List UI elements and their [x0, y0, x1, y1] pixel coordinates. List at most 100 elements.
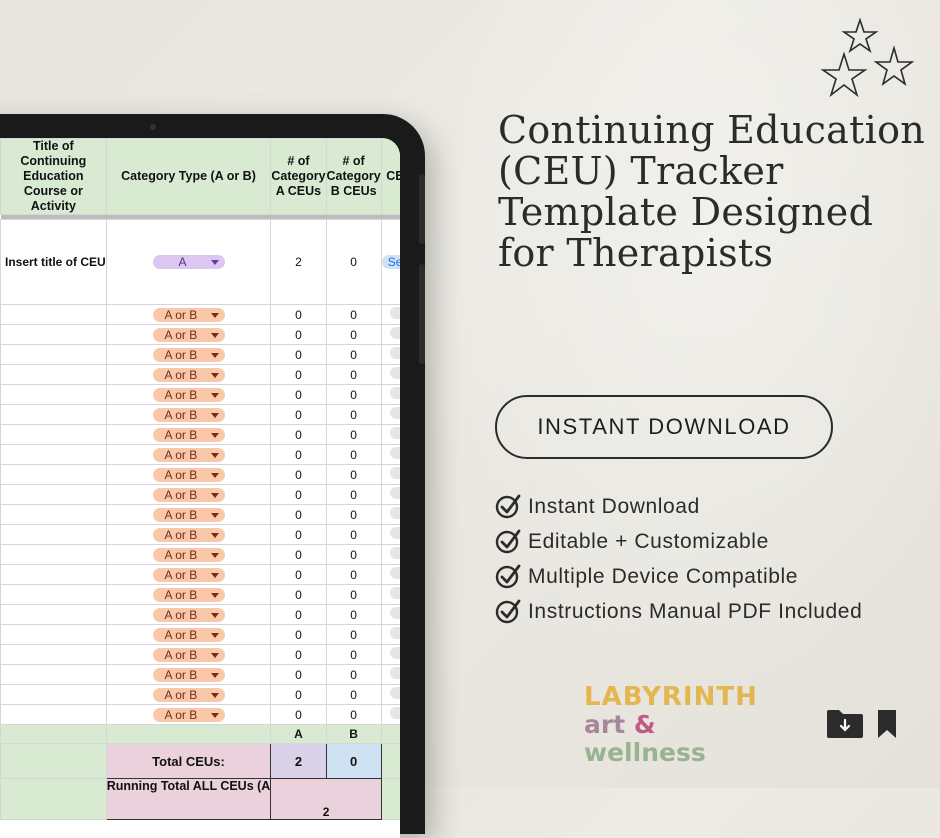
ceu-title-cell[interactable] [0, 584, 107, 605]
pace-cell[interactable] [380, 624, 400, 645]
b-ceus-cell[interactable]: 0 [325, 464, 382, 485]
ceu-title-cell[interactable] [0, 484, 107, 505]
category-dropdown[interactable]: A or B [152, 347, 225, 362]
pace-cell[interactable] [380, 704, 400, 725]
pace-dropdown[interactable] [389, 407, 400, 419]
category-dropdown[interactable]: A or B [152, 367, 225, 382]
b-ceus-cell[interactable]: 0 [325, 624, 382, 645]
category-cell[interactable]: A or B [105, 304, 272, 325]
a-ceus-cell[interactable]: 0 [270, 464, 327, 485]
a-ceus-cell[interactable]: 0 [270, 624, 327, 645]
category-cell[interactable]: A or B [105, 644, 272, 665]
b-ceus-cell[interactable]: 0 [325, 484, 382, 505]
ceu-title-cell[interactable] [0, 384, 107, 405]
category-cell[interactable]: A or B [105, 464, 272, 485]
category-dropdown[interactable]: A or B [152, 667, 225, 682]
category-dropdown[interactable]: A or B [152, 407, 225, 422]
category-dropdown[interactable]: A or B [152, 567, 225, 582]
pace-dropdown[interactable] [389, 367, 400, 379]
a-ceus-cell[interactable]: 0 [270, 324, 327, 345]
b-ceus-cell[interactable]: 0 [325, 364, 382, 385]
a-ceus-cell[interactable]: 0 [270, 524, 327, 545]
ceu-title-cell[interactable] [0, 444, 107, 465]
pace-dropdown[interactable] [389, 347, 400, 359]
pace-dropdown[interactable] [389, 707, 400, 719]
ceu-title-cell[interactable] [0, 684, 107, 705]
pace-cell[interactable] [380, 404, 400, 425]
a-ceus-cell[interactable]: 0 [270, 364, 327, 385]
b-ceus-cell[interactable]: 0 [325, 604, 382, 625]
b-ceus-cell[interactable]: 0 [325, 444, 382, 465]
b-ceus-cell[interactable]: 0 [325, 384, 382, 405]
a-ceus-cell[interactable]: 0 [270, 384, 327, 405]
a-ceus-cell[interactable]: 0 [270, 684, 327, 705]
a-ceus-cell[interactable]: 0 [270, 484, 327, 505]
pace-cell[interactable] [380, 364, 400, 385]
pace-dropdown[interactable] [389, 607, 400, 619]
pace-cell[interactable] [380, 524, 400, 545]
category-cell[interactable]: A or B [105, 424, 272, 445]
pace-cell[interactable] [380, 384, 400, 405]
pace-dropdown[interactable] [389, 687, 400, 699]
category-cell[interactable]: A or B [105, 524, 272, 545]
a-ceus-cell[interactable]: 0 [270, 644, 327, 665]
a-ceus-cell[interactable]: 0 [270, 424, 327, 445]
pace-dropdown[interactable] [389, 567, 400, 579]
pace-cell[interactable] [380, 344, 400, 365]
category-dropdown[interactable]: A or B [152, 627, 225, 642]
category-dropdown[interactable]: A or B [152, 307, 225, 322]
a-ceus-cell[interactable]: 0 [270, 704, 327, 725]
ceu-title-cell[interactable] [0, 624, 107, 645]
a-ceus-cell[interactable]: 0 [270, 344, 327, 365]
ceu-title-cell[interactable] [0, 604, 107, 625]
b-ceus-cell[interactable]: 0 [325, 304, 382, 325]
category-dropdown[interactable]: A [152, 255, 225, 269]
pace-dropdown[interactable] [389, 307, 400, 319]
category-dropdown[interactable]: A or B [152, 647, 225, 662]
b-ceus-cell[interactable]: 0 [325, 524, 382, 545]
pace-dropdown[interactable] [389, 387, 400, 399]
category-dropdown[interactable]: A or B [152, 467, 225, 482]
ceu-title-cell[interactable] [0, 304, 107, 325]
ceu-title-cell[interactable] [0, 704, 107, 725]
a-ceus-cell[interactable]: 0 [270, 544, 327, 565]
pace-cell[interactable] [380, 664, 400, 685]
b-ceus-cell[interactable]: 0 [325, 704, 382, 725]
category-dropdown[interactable]: A or B [152, 687, 225, 702]
pace-cell[interactable] [380, 684, 400, 705]
b-ceus-cell[interactable]: 0 [325, 344, 382, 365]
pace-cell[interactable] [380, 544, 400, 565]
pace-cell[interactable] [380, 464, 400, 485]
category-dropdown[interactable]: A or B [152, 487, 225, 502]
pace-dropdown[interactable] [389, 447, 400, 459]
instant-download-button[interactable]: INSTANT DOWNLOAD [495, 395, 833, 459]
pace-dropdown[interactable] [389, 507, 400, 519]
ceu-title-cell[interactable] [0, 424, 107, 445]
category-dropdown[interactable]: A or B [152, 507, 225, 522]
ceu-title-cell[interactable] [0, 324, 107, 345]
pace-cell[interactable] [380, 444, 400, 465]
b-ceus-cell[interactable]: 0 [325, 219, 382, 305]
category-dropdown[interactable]: A or B [152, 387, 225, 402]
ceu-title-cell[interactable] [0, 504, 107, 525]
category-dropdown[interactable]: A or B [152, 447, 225, 462]
pace-dropdown[interactable] [389, 547, 400, 559]
ceu-title-cell[interactable] [0, 564, 107, 585]
a-ceus-cell[interactable]: 0 [270, 304, 327, 325]
a-ceus-cell[interactable]: 0 [270, 404, 327, 425]
category-cell[interactable]: A [105, 219, 272, 305]
category-cell[interactable]: A or B [105, 344, 272, 365]
ceu-title-cell[interactable]: Insert title of CEU [0, 219, 107, 305]
category-cell[interactable]: A or B [105, 564, 272, 585]
category-cell[interactable]: A or B [105, 704, 272, 725]
pace-cell[interactable] [380, 484, 400, 505]
a-ceus-cell[interactable]: 0 [270, 604, 327, 625]
ceu-title-cell[interactable] [0, 344, 107, 365]
category-cell[interactable]: A or B [105, 624, 272, 645]
category-cell[interactable]: A or B [105, 664, 272, 685]
ceu-title-cell[interactable] [0, 644, 107, 665]
pace-cell[interactable]: Selec [380, 219, 400, 305]
category-dropdown[interactable]: A or B [152, 707, 225, 722]
category-dropdown[interactable]: A or B [152, 327, 225, 342]
pace-dropdown[interactable] [389, 627, 400, 639]
